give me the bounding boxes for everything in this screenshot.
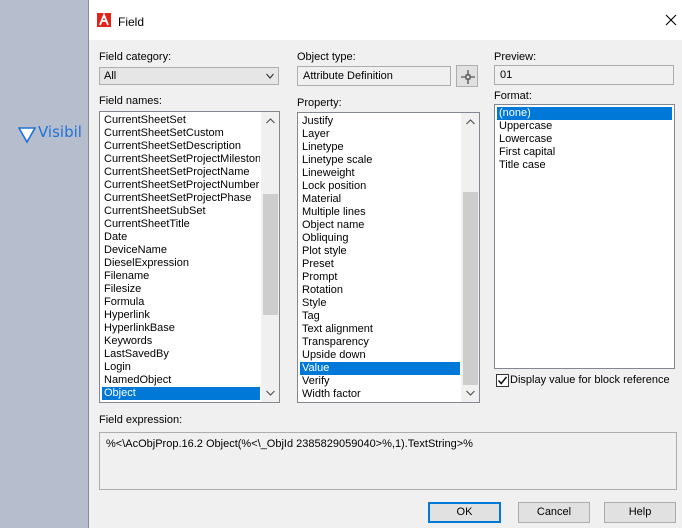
list-item[interactable]: CurrentSheetSetProjectName xyxy=(102,166,260,179)
list-item[interactable]: Filename xyxy=(102,270,260,283)
list-item[interactable]: Date xyxy=(102,231,260,244)
dialog-titlebar: Field xyxy=(89,0,682,40)
list-item[interactable]: HyperlinkBase xyxy=(102,322,260,335)
background-attribute-text: Visibil xyxy=(38,123,82,141)
preview-field: 01 xyxy=(494,65,674,85)
list-item[interactable]: Preset xyxy=(300,258,460,271)
scroll-down-icon[interactable] xyxy=(466,390,475,396)
property-scrollbar[interactable] xyxy=(461,113,479,402)
field-category-dropdown[interactable]: All xyxy=(99,67,279,85)
field-expression-label: Field expression: xyxy=(99,414,183,426)
list-item[interactable]: CurrentSheetSetProjectMilestone xyxy=(102,153,260,166)
list-item[interactable]: NamedObject xyxy=(102,374,260,387)
scroll-up-icon[interactable] xyxy=(466,119,475,125)
format-list[interactable]: (none) Uppercase Lowercase First capital Tit… xyxy=(494,104,675,369)
list-item[interactable]: CurrentSheetSetProjectPhase xyxy=(102,192,260,205)
list-item[interactable]: Width factor xyxy=(300,388,460,401)
attribute-marker-icon xyxy=(18,127,36,144)
list-item[interactable]: Multiple lines xyxy=(300,206,460,219)
list-item[interactable]: Formula xyxy=(102,296,260,309)
scrollbar-thumb[interactable] xyxy=(263,194,278,315)
field-dialog: Field Field category: All Field names: C… xyxy=(88,0,682,528)
field-expression-field[interactable]: %<\AcObjProp.16.2 Object(%<\_ObjId 23858… xyxy=(99,432,677,490)
list-item[interactable]: Justify xyxy=(300,115,460,128)
scroll-up-icon[interactable] xyxy=(266,118,275,124)
list-item[interactable]: First capital xyxy=(497,146,672,159)
list-item[interactable]: CurrentSheetSet xyxy=(102,114,260,127)
list-item[interactable]: Title case xyxy=(497,159,672,172)
list-item[interactable]: Style xyxy=(300,297,460,310)
chevron-down-icon xyxy=(266,73,274,79)
field-expression-value: %<\AcObjProp.16.2 Object(%<\_ObjId 23858… xyxy=(106,438,473,450)
close-icon[interactable] xyxy=(664,13,678,27)
list-item[interactable]: Text alignment xyxy=(300,323,460,336)
list-item[interactable]: LastSavedBy xyxy=(102,348,260,361)
field-category-label: Field category: xyxy=(99,51,172,63)
list-item[interactable]: Verify xyxy=(300,375,460,388)
list-item[interactable]: Keywords xyxy=(102,335,260,348)
cancel-button[interactable]: Cancel xyxy=(518,502,590,523)
list-item[interactable]: Transparency xyxy=(300,336,460,349)
field-category-value: All xyxy=(104,70,117,82)
list-item[interactable]: Layer xyxy=(300,128,460,141)
list-item[interactable]: Login xyxy=(102,361,260,374)
list-item[interactable]: Uppercase xyxy=(497,120,672,133)
list-item[interactable]: CurrentSheetTitle xyxy=(102,218,260,231)
field-names-scrollbar[interactable] xyxy=(261,112,279,402)
property-list[interactable]: Justify Layer Linetype Linetype scale Linewe… xyxy=(297,112,480,403)
list-item[interactable]: Prompt xyxy=(300,271,460,284)
list-item[interactable]: Value xyxy=(300,362,460,375)
list-item[interactable]: Obliquing xyxy=(300,232,460,245)
list-item[interactable]: CurrentSheetSubSet xyxy=(102,205,260,218)
preview-label: Preview: xyxy=(494,51,537,63)
list-item[interactable]: Object name xyxy=(300,219,460,232)
list-item[interactable]: DeviceName xyxy=(102,244,260,257)
field-names-items: CurrentSheetSet CurrentSheetSetCustom Curr… xyxy=(102,114,260,400)
help-button[interactable]: Help xyxy=(604,502,676,523)
list-item[interactable]: Hyperlink xyxy=(102,309,260,322)
list-item[interactable]: (none) xyxy=(497,107,672,120)
list-item[interactable]: CurrentSheetSetDescription xyxy=(102,140,260,153)
scroll-down-icon[interactable] xyxy=(266,390,275,396)
list-item[interactable]: Object xyxy=(102,387,260,400)
object-type-field: Attribute Definition xyxy=(297,66,451,86)
list-item[interactable]: Rotation xyxy=(300,284,460,297)
display-block-ref-label[interactable]: Display value for block reference xyxy=(510,374,670,386)
format-items: (none) Uppercase Lowercase First capital Tit… xyxy=(497,107,672,172)
list-item[interactable]: Plot style xyxy=(300,245,460,258)
crosshair-pick-icon xyxy=(461,70,475,84)
property-label: Property: xyxy=(297,97,342,109)
scrollbar-thumb[interactable] xyxy=(463,192,478,385)
list-item[interactable]: DieselExpression xyxy=(102,257,260,270)
list-item[interactable]: Filesize xyxy=(102,283,260,296)
autocad-logo-icon xyxy=(97,13,111,27)
format-label: Format: xyxy=(494,90,532,102)
list-item[interactable]: Lock position xyxy=(300,180,460,193)
display-block-ref-checkbox[interactable] xyxy=(496,374,509,387)
list-item[interactable]: Material xyxy=(300,193,460,206)
preview-value: 01 xyxy=(500,69,513,81)
list-item[interactable]: CurrentSheetSetCustom xyxy=(102,127,260,140)
property-items: Justify Layer Linetype Linetype scale Linewe… xyxy=(300,115,460,401)
field-names-label: Field names: xyxy=(99,95,162,107)
checkmark-icon xyxy=(497,376,508,385)
object-type-value: Attribute Definition xyxy=(303,70,393,82)
object-type-label: Object type: xyxy=(297,51,356,63)
list-item[interactable]: Lineweight xyxy=(300,167,460,180)
dialog-title: Field xyxy=(118,15,145,29)
list-item[interactable]: Tag xyxy=(300,310,460,323)
select-object-button[interactable] xyxy=(456,65,478,87)
list-item[interactable]: Linetype scale xyxy=(300,154,460,167)
list-item[interactable]: CurrentSheetSetProjectNumber xyxy=(102,179,260,192)
list-item[interactable]: Upside down xyxy=(300,349,460,362)
field-names-list[interactable]: CurrentSheetSet CurrentSheetSetCustom Curr… xyxy=(99,111,280,403)
list-item[interactable]: Lowercase xyxy=(497,133,672,146)
list-item[interactable]: Linetype xyxy=(300,141,460,154)
ok-button[interactable]: OK xyxy=(428,502,501,523)
